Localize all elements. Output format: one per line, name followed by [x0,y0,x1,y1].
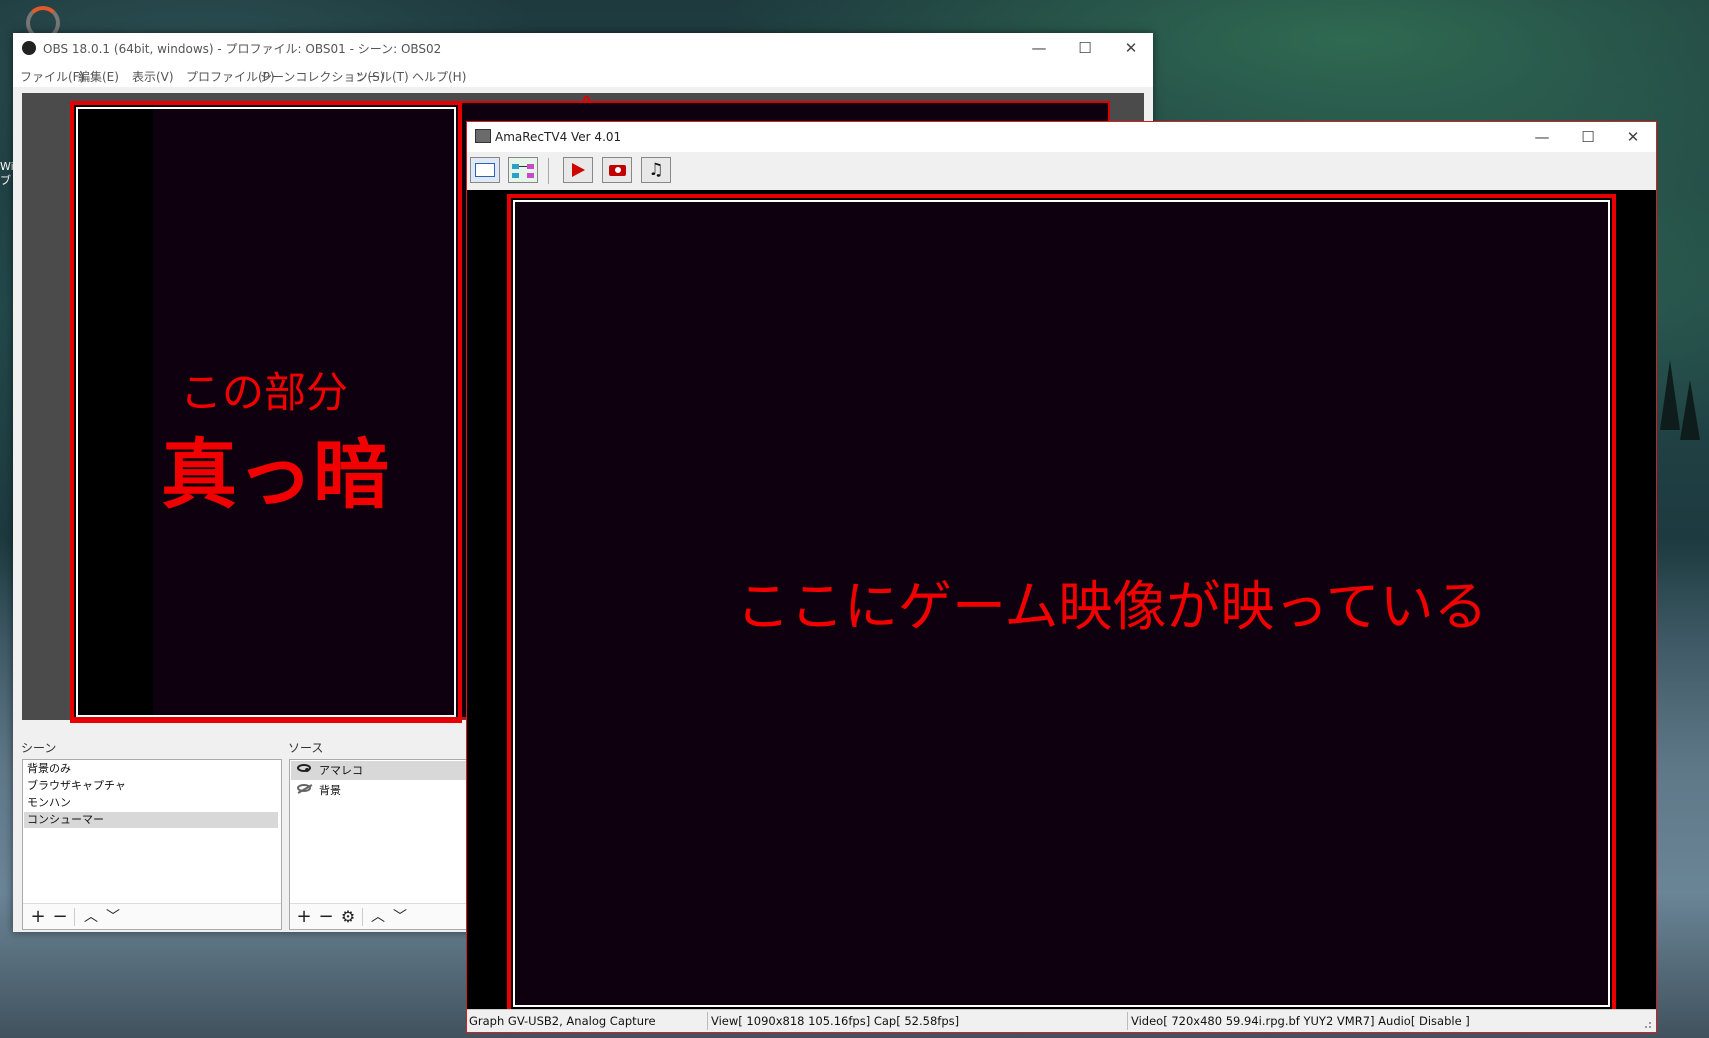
window-icon[interactable] [470,157,500,183]
scenes-list: 背景のみ ブラウザキャプチャ モンハン コンシューマー + − ︿ ﹀ [22,759,282,930]
obs-window-title: OBS 18.0.1 (64bit, windows) - プロファイル: OB… [43,42,442,56]
amarec-statusbar: Graph GV-USB2, Analog Capture View[ 1090… [467,1009,1656,1032]
scene-item-selected[interactable]: コンシューマー [24,812,278,828]
menu-view[interactable]: 表示(V) [132,68,174,85]
status-video-audio: Video[ 720x480 59.94i.rpg.bf YUY2 VMR7] … [1131,1014,1470,1028]
source-item[interactable]: 背景 [291,781,488,800]
close-button[interactable]: ✕ [1108,35,1154,61]
toolbar-divider [362,908,363,926]
status-device: Graph GV-USB2, Analog Capture [469,1014,656,1028]
source-item-selected[interactable]: アマレコ [291,761,488,780]
move-scene-down-button[interactable]: ﹀ [103,907,123,927]
obs-titlebar[interactable]: OBS 18.0.1 (64bit, windows) - プロファイル: OB… [13,33,1153,63]
annotation-pitch-black: 真っ暗 [161,430,389,519]
scenes-toolbar: + − ︿ ﹀ [23,903,281,929]
tree-silhouette [1660,360,1680,430]
camera-icon[interactable] [602,157,632,183]
remove-scene-button[interactable]: − [50,907,70,927]
music-note-icon[interactable]: ♫ [641,157,671,183]
minimize-button[interactable]: — [1519,124,1565,150]
remove-source-button[interactable]: − [316,907,336,927]
minimize-button[interactable]: — [1016,35,1062,61]
amarec-toolbar: ♫ [467,152,1656,190]
source-name: 背景 [319,784,341,797]
annotation-this-part: この部分 [180,368,349,417]
resize-grip-icon[interactable] [1642,1019,1652,1029]
sources-dock-label: ソース [288,741,324,755]
status-view: View[ 1090x818 105.16fps] Cap[ 52.58fps] [711,1014,960,1028]
sources-list: アマレコ 背景 + − ⚙ ︿ ﹀ [289,759,489,930]
amarec-app-icon [475,129,491,143]
add-source-button[interactable]: + [294,907,314,927]
obs-menubar [13,63,1153,87]
menu-edit[interactable]: 編集(E) [78,68,119,85]
maximize-button[interactable]: ☐ [1062,35,1108,61]
scenes-dock-label: シーン [21,741,57,755]
move-scene-up-button[interactable]: ︿ [81,907,101,927]
menu-file[interactable]: ファイル(F) [20,68,84,85]
graph-icon[interactable] [508,157,538,183]
tree-silhouette [1680,380,1700,440]
toolbar-divider [74,908,75,926]
status-divider [1127,1012,1128,1030]
status-divider [707,1012,708,1030]
source-name: アマレコ [319,764,363,777]
desktop-side-text: Wir ブレ [0,160,22,187]
eye-hidden-icon[interactable] [297,784,313,794]
move-source-up-button[interactable]: ︿ [368,907,388,927]
toolbar-divider [548,158,549,184]
menu-help[interactable]: ヘルプ(H) [412,68,466,85]
maximize-button[interactable]: ☐ [1565,124,1611,150]
eye-icon[interactable] [297,764,311,772]
scene-item[interactable]: ブラウザキャプチャ [24,778,278,794]
obs-logo-icon [22,41,36,55]
scene-item[interactable]: 背景のみ [24,761,278,777]
add-scene-button[interactable]: + [28,907,48,927]
scene-item[interactable]: モンハン [24,795,278,811]
close-button[interactable]: ✕ [1610,124,1656,150]
gear-icon[interactable]: ⚙ [338,907,358,927]
sources-toolbar: + − ⚙ ︿ ﹀ [290,903,488,929]
amarec-titlebar[interactable]: AmaRecTV4 Ver 4.01 — ☐ ✕ [467,122,1656,152]
selection-handle[interactable] [583,96,590,103]
amarec-window-title: AmaRecTV4 Ver 4.01 [495,130,622,144]
annotation-game-video-here: ここにゲーム映像が映っている [736,575,1488,638]
move-source-down-button[interactable]: ﹀ [390,907,410,927]
amarec-window: AmaRecTV4 Ver 4.01 — ☐ ✕ ♫ ここにゲーム映像が映ってい… [466,121,1657,1033]
play-icon[interactable] [563,157,593,183]
menu-tools[interactable]: ツール(T) [356,68,409,85]
